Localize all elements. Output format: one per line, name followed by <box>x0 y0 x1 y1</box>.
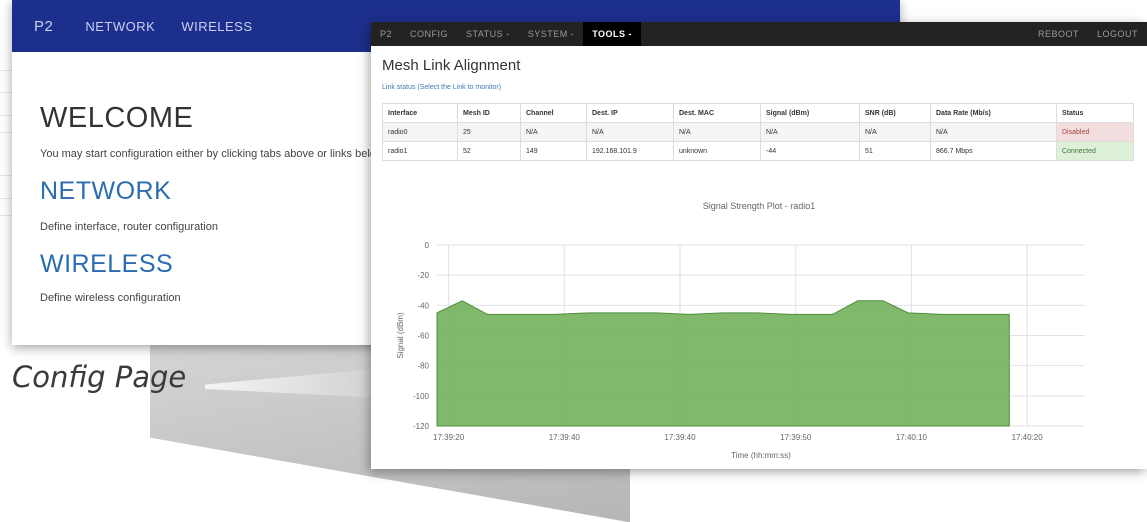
page-title: Mesh Link Alignment <box>382 57 521 74</box>
signal-strength-chart: 0-20-40-60-80-100-120 17:39:20 17:39:40 17… <box>396 241 1085 460</box>
network-link[interactable]: NETWORK <box>40 177 171 206</box>
x-tick-label: 17:40:20 <box>1012 433 1044 442</box>
link-status-hint: Link status (Select the Link to monitor) <box>382 84 502 91</box>
x-tick-label: 17:40:10 <box>896 433 928 442</box>
x-tick-label: 17:39:50 <box>780 433 812 442</box>
cell-dest-ip: N/A <box>586 122 674 142</box>
y-tick-label: -80 <box>417 362 429 371</box>
status-badge: Disabled <box>1056 122 1134 142</box>
table-row[interactable]: radio1 52 149 192.168.101.9 unknown -44 … <box>382 141 1134 161</box>
col-interface: Interface <box>382 103 458 123</box>
config-brand[interactable]: P2 <box>34 18 53 35</box>
cell-mesh-id: 52 <box>457 141 521 161</box>
table-header-row: Interface Mesh ID Channel Dest. IP Dest.… <box>382 103 1134 123</box>
wireless-link[interactable]: WIRELESS <box>40 250 173 279</box>
tools-brand[interactable]: P2 <box>371 22 401 46</box>
tools-navbar: P2 CONFIG STATUS - SYSTEM - TOOLS - REBO… <box>371 22 1147 46</box>
cell-channel: 149 <box>520 141 587 161</box>
cell-mesh-id: 25 <box>457 122 521 142</box>
y-tick-label: -120 <box>413 422 430 431</box>
cell-snr: 51 <box>859 141 931 161</box>
reboot-button[interactable]: REBOOT <box>1029 22 1088 46</box>
nav-tools[interactable]: TOOLS - <box>583 22 642 46</box>
nav-config[interactable]: CONFIG <box>401 22 457 46</box>
y-tick-label: -40 <box>417 301 429 310</box>
cell-interface: radio1 <box>382 141 458 161</box>
nav-status[interactable]: STATUS - <box>457 22 519 46</box>
logout-button[interactable]: LOGOUT <box>1088 22 1147 46</box>
y-tick-label: -60 <box>417 332 429 341</box>
col-signal: Signal (dBm) <box>760 103 860 123</box>
caption-text: Config Page <box>12 360 187 394</box>
cell-snr: N/A <box>859 122 931 142</box>
y-axis-ticks: 0 -20 -40 -60 -80 -100 -120 <box>413 241 430 431</box>
cell-dest-ip: 192.168.101.9 <box>586 141 674 161</box>
cell-interface: radio0 <box>382 122 458 142</box>
link-status-table: Interface Mesh ID Channel Dest. IP Dest.… <box>382 103 1134 161</box>
chart-title: Signal Strength Plot - radio1 <box>702 201 816 211</box>
wireless-description: Define wireless configuration <box>40 292 181 304</box>
cell-data-rate: N/A <box>930 122 1057 142</box>
y-tick-label: -20 <box>417 271 429 280</box>
nav-system[interactable]: SYSTEM - <box>519 22 584 46</box>
x-tick-label: 17:39:40 <box>664 433 696 442</box>
col-status: Status <box>1056 103 1134 123</box>
network-description: Define interface, router configuration <box>40 221 218 233</box>
col-dest-mac: Dest. MAC <box>673 103 761 123</box>
y-tick-label: -100 <box>413 392 430 401</box>
tools-window: P2 CONFIG STATUS - SYSTEM - TOOLS - REBO… <box>371 22 1147 469</box>
background-lines <box>0 0 12 469</box>
col-mesh-id: Mesh ID <box>457 103 521 123</box>
cell-channel: N/A <box>520 122 587 142</box>
x-axis-ticks: 17:39:20 17:39:40 17:39:40 17:39:50 17:40:10… <box>433 433 1043 442</box>
cell-signal: N/A <box>760 122 860 142</box>
x-tick-label: 17:39:40 <box>549 433 581 442</box>
cell-dest-mac: N/A <box>673 122 761 142</box>
status-badge: Connected <box>1056 141 1134 161</box>
col-channel: Channel <box>520 103 587 123</box>
cell-data-rate: 866.7 Mbps <box>930 141 1057 161</box>
x-tick-label: 17:39:20 <box>433 433 465 442</box>
col-data-rate: Data Rate (Mb/s) <box>930 103 1057 123</box>
x-axis-label: Time (hh:mm:ss) <box>731 451 791 460</box>
col-snr: SNR (dB) <box>859 103 931 123</box>
cell-signal: -44 <box>760 141 860 161</box>
nav-network[interactable]: NETWORK <box>85 19 155 34</box>
table-row[interactable]: radio0 25 N/A N/A N/A N/A N/A N/A Disabl… <box>382 122 1134 142</box>
y-tick-label: 0 <box>425 241 430 250</box>
signal-area-series <box>436 300 1010 427</box>
cell-dest-mac: unknown <box>673 141 761 161</box>
col-dest-ip: Dest. IP <box>586 103 674 123</box>
welcome-title: WELCOME <box>40 102 194 134</box>
welcome-text: You may start configuration either by cl… <box>40 148 384 160</box>
y-axis-label: Signal (dBm) <box>396 312 405 359</box>
nav-wireless[interactable]: WIRELESS <box>181 19 252 34</box>
